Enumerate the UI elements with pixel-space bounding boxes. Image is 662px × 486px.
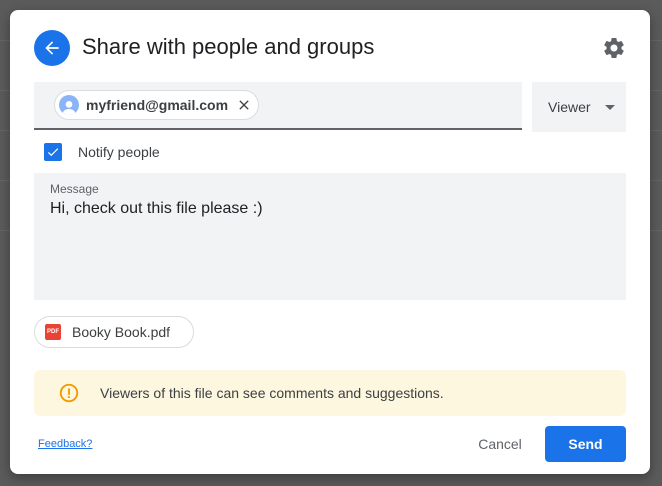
message-label: Message [50,182,99,196]
feedback-link[interactable]: Feedback? [38,438,92,450]
close-icon[interactable] [236,97,252,113]
attachment-chip[interactable]: PDF Booky Book.pdf [34,316,194,348]
pdf-icon: PDF [45,324,61,340]
message-textarea[interactable]: Message Hi, check out this file please :… [34,173,626,300]
recipient-chip[interactable]: myfriend@gmail.com [54,90,260,120]
send-button[interactable]: Send [545,426,626,462]
checkmark-icon [47,148,59,157]
arrow-left-icon [45,41,59,55]
caret-down-icon [604,104,615,110]
dialog-title: Share with people and groups [82,34,375,59]
info-text: Viewers of this file can see comments an… [100,385,444,401]
message-value: Hi, check out this file please :) [50,200,263,217]
back-button[interactable] [34,30,70,66]
info-icon [59,383,79,403]
gear-icon[interactable] [602,36,626,60]
cancel-button[interactable]: Cancel [468,428,532,460]
recipient-input[interactable]: myfriend@gmail.com [34,82,522,130]
person-avatar-icon [59,95,79,115]
notify-people-row: Notify people [44,141,160,163]
role-dropdown[interactable]: Viewer [532,82,626,132]
notify-label: Notify people [78,144,160,160]
attachment-name: Booky Book.pdf [72,324,171,340]
share-dialog: Share with people and groups myfriend@gm… [10,10,650,474]
recipient-email: myfriend@gmail.com [86,97,229,113]
notify-checkbox[interactable] [44,143,62,161]
role-selected: Viewer [548,99,591,115]
info-banner: Viewers of this file can see comments an… [34,370,626,416]
